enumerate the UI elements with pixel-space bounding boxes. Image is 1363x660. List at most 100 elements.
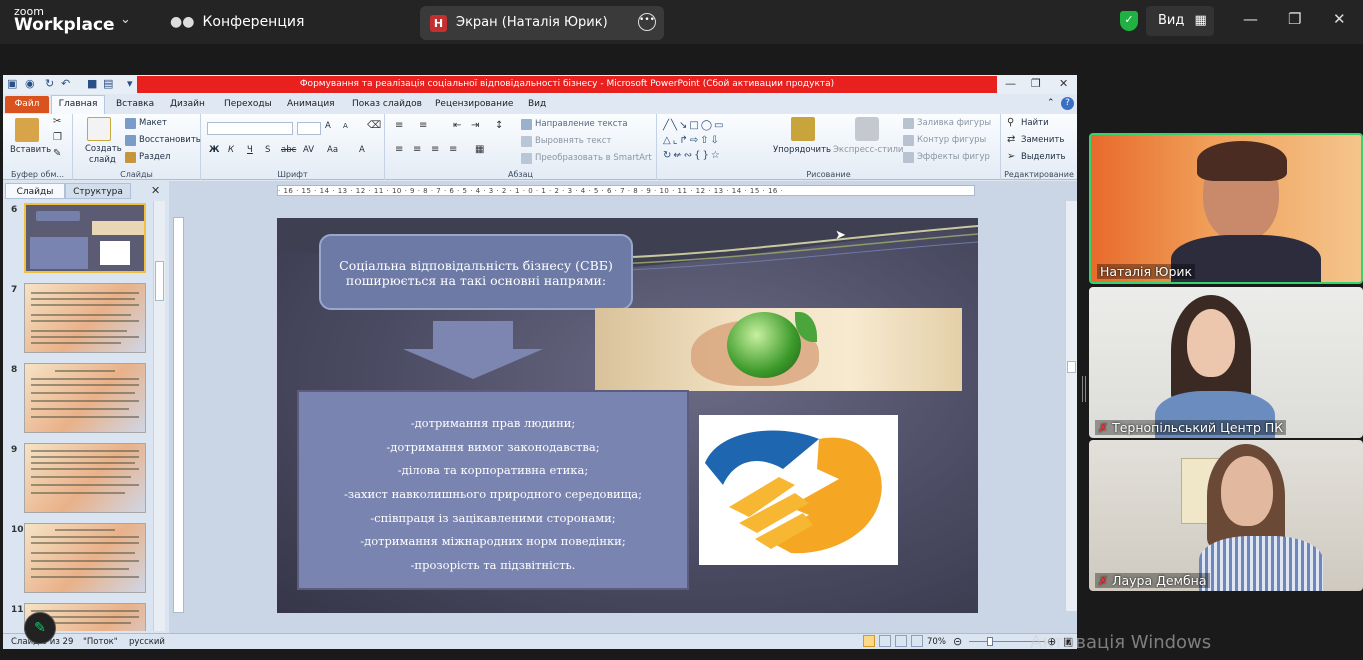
language-indicator[interactable]: русский (129, 637, 165, 647)
shadow-button[interactable]: S (265, 145, 270, 155)
chevron-down-icon[interactable]: ⌄ (120, 12, 131, 27)
thumbnail-scrollbar[interactable] (153, 201, 165, 631)
arrange-button[interactable]: Упорядочить (773, 145, 831, 155)
shape-outline-button[interactable]: Контур фигуры (917, 135, 986, 145)
zoom-level[interactable]: 70% (927, 637, 946, 647)
binoculars-icon[interactable]: ◉ (25, 77, 35, 90)
font-name-combo[interactable] (207, 122, 293, 135)
reading-view-icon[interactable] (895, 635, 907, 647)
paste-button[interactable]: Вставить (10, 145, 51, 155)
current-slide[interactable]: Соціальна відповідальність бізнесу (СВБ)… (277, 218, 978, 613)
slide-thumbnail[interactable] (24, 203, 146, 273)
participant-video[interactable]: ✗ Лаура Дембна (1089, 440, 1363, 591)
smartart-button[interactable]: Преобразовать в SmartArt (535, 153, 652, 163)
handshake-picture[interactable] (699, 415, 898, 565)
zoom-slider-thumb[interactable] (987, 637, 993, 646)
tab-slideshow[interactable]: Показ слайдов (352, 99, 422, 109)
ppt-restore-icon[interactable]: ❐ (1031, 77, 1041, 90)
italic-button[interactable]: К (228, 145, 234, 155)
tab-transitions[interactable]: Переходы (224, 99, 272, 109)
numbering-icon[interactable]: ≡ (419, 120, 427, 131)
shape-fill-button[interactable]: Заливка фигуры (917, 118, 991, 128)
undo-icon[interactable]: ↶ (61, 77, 70, 90)
slide-thumbnail[interactable] (24, 283, 146, 353)
conference-button[interactable]: ●● Конференция (170, 14, 304, 30)
tab-design[interactable]: Дизайн (170, 99, 205, 109)
section-button[interactable]: Раздел (139, 152, 170, 162)
tab-file[interactable]: Файл (5, 96, 49, 113)
font-size-combo[interactable] (297, 122, 321, 135)
screen-share-indicator[interactable]: Н Экран (Наталія Юрик) ••• (420, 6, 664, 40)
participant-video[interactable]: Наталія Юрик (1089, 133, 1363, 284)
tab-view[interactable]: Вид (528, 99, 546, 109)
align-right-icon[interactable]: ≡ (431, 144, 439, 155)
pane-close-icon[interactable]: ✕ (151, 184, 160, 197)
normal-view-icon[interactable] (863, 635, 875, 647)
slideshow-view-icon[interactable] (911, 635, 923, 647)
view-button[interactable]: Вид ▦ (1146, 6, 1214, 36)
align-left-icon[interactable]: ≡ (395, 144, 403, 155)
globe-hands-picture[interactable] (595, 308, 962, 391)
copy-icon[interactable]: ❐ (53, 132, 62, 143)
close-icon[interactable]: ✕ (1333, 10, 1346, 28)
new-slide-icon[interactable] (87, 117, 111, 141)
layout-button[interactable]: Макет (139, 118, 167, 128)
slide-thumbnail[interactable] (24, 443, 146, 513)
indent-increase-icon[interactable]: ⇥ (471, 120, 479, 131)
more-icon[interactable]: ••• (638, 13, 656, 31)
minimize-icon[interactable]: — (1243, 10, 1258, 28)
strikethrough-button[interactable]: abc (281, 145, 296, 155)
zoom-out-icon[interactable]: ⊝ (953, 635, 962, 648)
redo-icon[interactable]: ↻ (45, 77, 54, 90)
font-grow-button[interactable]: A (325, 121, 331, 131)
format-painter-icon[interactable]: ✎ (53, 148, 61, 159)
panel-splitter-handle[interactable] (1082, 376, 1086, 402)
replace-button[interactable]: Заменить (1021, 135, 1064, 145)
editor-scrollbar[interactable] (1065, 201, 1077, 611)
ribbon-collapse-icon[interactable]: ⌃ (1047, 98, 1055, 108)
tab-animation[interactable]: Анимация (287, 99, 335, 109)
clear-format-icon[interactable]: ⌫ (367, 120, 381, 131)
down-arrow-shape[interactable] (401, 321, 545, 381)
font-color-button[interactable]: A (359, 145, 365, 155)
underline-button[interactable]: Ч (247, 145, 253, 155)
shape-effects-button[interactable]: Эффекты фигур (917, 152, 990, 162)
quick-styles-button[interactable]: Экспресс-стили (833, 145, 903, 155)
new-slide-button[interactable]: Создать (85, 144, 122, 154)
sorter-view-icon[interactable] (879, 635, 891, 647)
customize-icon[interactable]: ▾ (127, 77, 133, 90)
justify-icon[interactable]: ≡ (449, 144, 457, 155)
reset-button[interactable]: Восстановить (139, 135, 201, 145)
tab-insert[interactable]: Вставка (116, 99, 154, 109)
cut-icon[interactable]: ✂ (53, 116, 61, 127)
spacing-button[interactable]: AV (303, 145, 314, 155)
directions-list-box[interactable]: -дотримання прав людини; -дотримання вим… (297, 390, 689, 590)
font-shrink-button[interactable]: A (343, 122, 348, 130)
align-text-button[interactable]: Выровнять текст (535, 136, 611, 146)
tab-slides[interactable]: Слайды (5, 183, 65, 199)
save-icon[interactable]: ■ (87, 77, 97, 90)
find-button[interactable]: Найти (1021, 118, 1049, 128)
shield-icon[interactable]: ✓ (1120, 11, 1138, 31)
align-center-icon[interactable]: ≡ (413, 144, 421, 155)
help-icon[interactable]: ? (1061, 97, 1074, 110)
participant-video[interactable]: ✗ Тернопільський Центр ПК (1089, 287, 1363, 438)
print-icon[interactable]: ▤ (103, 77, 113, 90)
select-button[interactable]: Выделить (1021, 152, 1066, 162)
zoom-logo[interactable]: zoom Workplace (14, 6, 115, 34)
ppt-close-icon[interactable]: ✕ (1059, 77, 1068, 90)
tab-outline[interactable]: Структура (65, 183, 131, 199)
columns-icon[interactable]: ▦ (475, 144, 484, 155)
annotation-pen-icon[interactable]: ✎ (24, 612, 56, 644)
paste-icon[interactable] (15, 118, 39, 142)
tab-review[interactable]: Рецензирование (435, 99, 513, 109)
restore-icon[interactable]: ❐ (1288, 10, 1301, 28)
indent-decrease-icon[interactable]: ⇤ (453, 120, 461, 131)
ppt-minimize-icon[interactable]: — (1005, 77, 1016, 90)
shapes-gallery[interactable]: ╱╲↘□◯▭ △⌞↱⇨⇧⇩ ↻↚∾{}☆ (663, 118, 767, 164)
bold-button[interactable]: Ж (209, 145, 219, 155)
slide-title-box[interactable]: Соціальна відповідальність бізнесу (СВБ)… (319, 234, 633, 310)
slide-thumbnail[interactable] (24, 523, 146, 593)
change-case-button[interactable]: Aa (327, 145, 338, 155)
slide-thumbnail[interactable] (24, 363, 146, 433)
